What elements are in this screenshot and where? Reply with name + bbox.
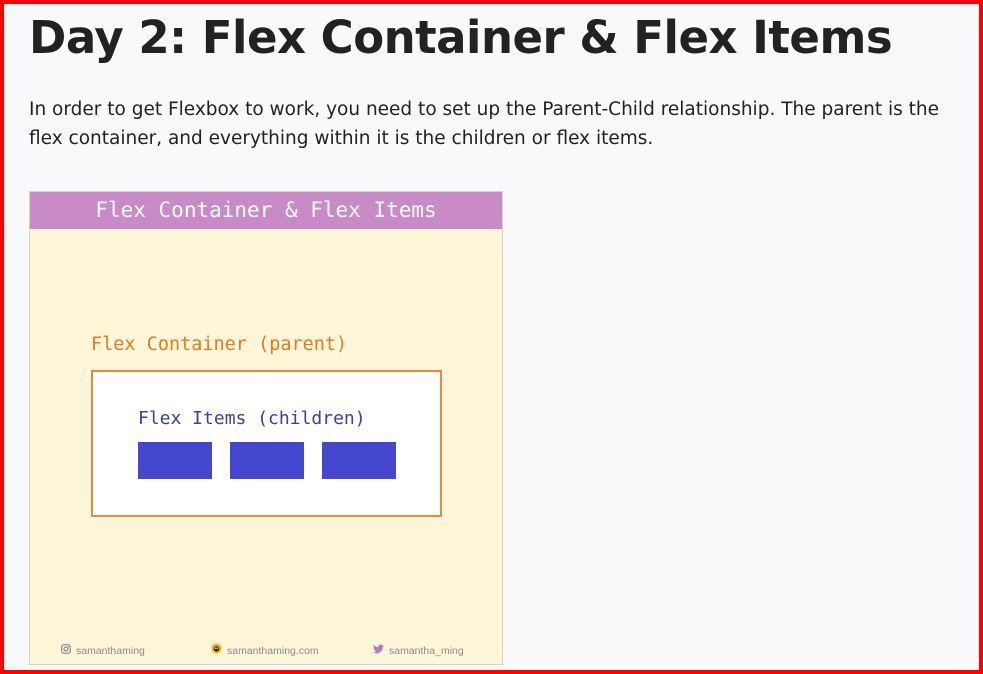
intro-paragraph: In order to get Flexbox to work, you nee… <box>29 99 940 149</box>
footer-website: samanthaming.com <box>211 642 319 660</box>
flex-container-label: Flex Container (parent) <box>91 334 348 355</box>
flex-items-label: Flex Items (children) <box>138 408 366 429</box>
footer-instagram-text: samanthaming <box>76 645 145 657</box>
footer-instagram: samanthaming <box>61 642 145 660</box>
footer-website-text: samanthaming.com <box>227 645 319 657</box>
footer-twitter: samantha_ming <box>373 642 464 660</box>
page-title: Day 2: Flex Container & Flex Items <box>29 11 893 64</box>
instagram-icon <box>61 642 71 660</box>
footer-twitter-text: samantha_ming <box>389 645 464 657</box>
flex-container-box: Flex Items (children) <box>91 370 442 517</box>
flex-item <box>322 442 396 479</box>
website-logo-icon <box>211 642 222 660</box>
twitter-bird-icon <box>373 642 384 660</box>
illustration-header: Flex Container & Flex Items <box>30 192 502 229</box>
flex-item <box>230 442 304 479</box>
flex-item <box>138 442 212 479</box>
flexbox-illustration: Flex Container & Flex Items Flex Contain… <box>29 191 503 665</box>
illustration-footer: samanthaming samanthaming.com samantha_m… <box>30 642 502 660</box>
